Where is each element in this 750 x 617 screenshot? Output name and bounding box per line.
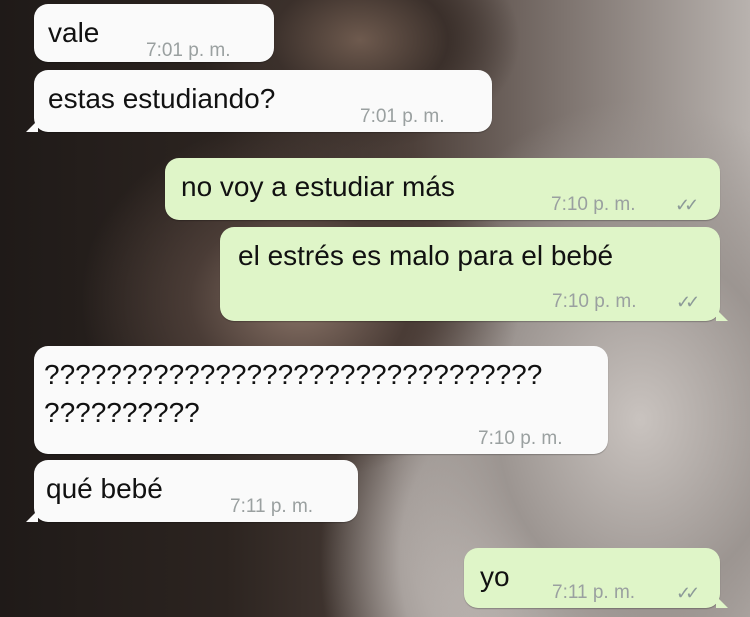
message-timestamp: 7:10 p. m. — [552, 291, 637, 312]
incoming-message[interactable]: ???????????????????????????????? ???????… — [34, 346, 608, 454]
bubble-tail — [26, 510, 38, 522]
double-check-icon: ✓✓ — [676, 292, 700, 312]
message-text-line: ???????????????????????????????? — [44, 359, 543, 390]
incoming-message[interactable]: qué bebé 7:11 p. m. — [26, 460, 358, 522]
message-timestamp: 7:10 p. m. — [478, 428, 563, 449]
outgoing-message[interactable]: yo 7:11 p. m. ✓✓ — [464, 548, 728, 608]
message-timestamp: 7:01 p. m. — [360, 106, 445, 127]
bubble-tail — [716, 309, 728, 321]
message-text: vale — [48, 17, 100, 48]
outgoing-message[interactable]: no voy a estudiar más 7:10 p. m. ✓✓ — [165, 158, 720, 220]
message-text: no voy a estudiar más — [181, 171, 455, 202]
double-check-icon: ✓✓ — [675, 195, 699, 215]
bubble-tail — [716, 596, 728, 608]
message-timestamp: 7:01 p. m. — [146, 40, 231, 61]
chat-background: vale 7:01 p. m. estas estudiando? 7:01 p… — [0, 0, 750, 617]
incoming-message[interactable]: estas estudiando? 7:01 p. m. — [26, 70, 492, 132]
message-timestamp: 7:11 p. m. — [552, 582, 636, 603]
incoming-message[interactable]: vale 7:01 p. m. — [34, 4, 274, 62]
double-check-icon: ✓✓ — [676, 583, 700, 603]
message-text: qué bebé — [46, 473, 163, 504]
outgoing-message[interactable]: el estrés es malo para el bebé 7:10 p. m… — [220, 227, 728, 321]
message-timestamp: 7:11 p. m. — [230, 496, 314, 517]
message-text: yo — [480, 561, 510, 592]
bubble-tail — [26, 120, 38, 132]
message-text-line: ?????????? — [44, 397, 200, 428]
message-text: estas estudiando? — [48, 83, 276, 114]
message-timestamp: 7:10 p. m. — [551, 194, 636, 215]
message-text: el estrés es malo para el bebé — [238, 240, 614, 271]
